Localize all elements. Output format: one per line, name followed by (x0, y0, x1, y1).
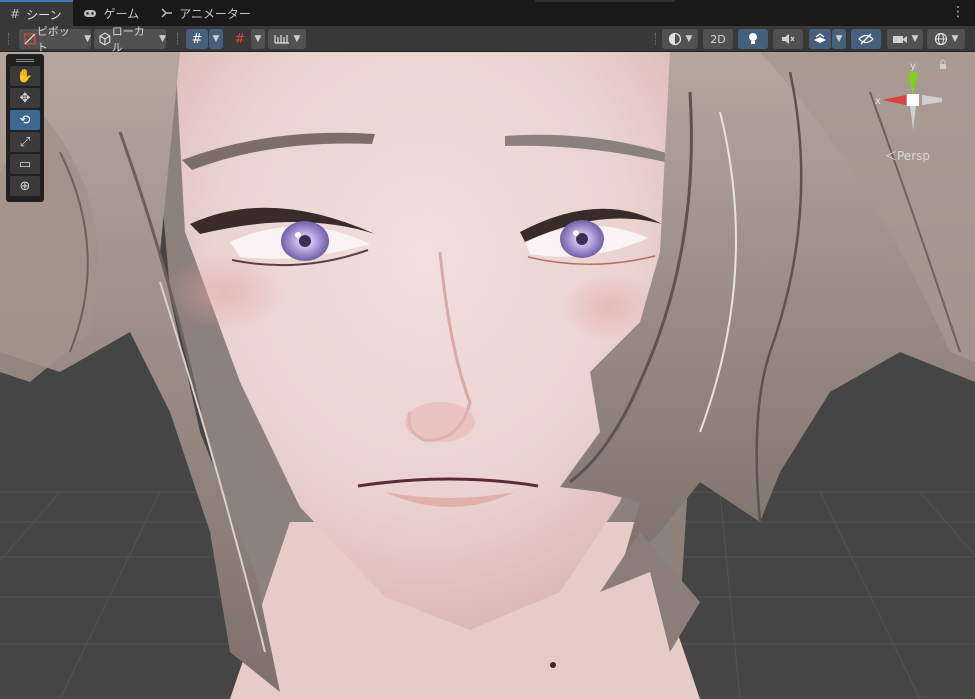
snap-increment-icon: # (234, 31, 246, 47)
toolbar-grip (8, 33, 10, 45)
chevron-down-icon: ▼ (835, 34, 843, 44)
lightbulb-icon (749, 33, 757, 44)
ruler-snap-dropdown[interactable]: ▼ (268, 29, 306, 49)
chevron-down-icon: ▼ (911, 34, 919, 44)
chevron-down-icon: ▼ (84, 34, 91, 44)
lighting-toggle[interactable] (738, 29, 768, 49)
chevron-down-icon: ▼ (951, 34, 959, 44)
increment-snap-toggle[interactable]: # (230, 29, 250, 49)
gizmo-y-label: y (910, 61, 916, 72)
chevron-down-icon: ▼ (212, 34, 220, 44)
tab-game-label: ゲーム (103, 7, 140, 21)
space-label: ローカル (111, 25, 145, 54)
scene-viewport[interactable]: y x ＜Persp (0, 52, 975, 699)
pivot-dropdown[interactable]: ピボット ▼ (19, 25, 91, 54)
mode-2d-toggle[interactable]: 2D (703, 29, 733, 49)
animator-icon (161, 7, 173, 21)
hidden-eye-icon (858, 33, 874, 45)
tools-overlay: ✋ ✥ ⟲ ⤢ ▭ ⊕ (6, 54, 44, 202)
effects-layers-icon (814, 33, 826, 43)
rotate-tool-button[interactable]: ⟲ (10, 110, 40, 130)
audio-mute-icon (782, 34, 795, 44)
effects-toggle[interactable] (809, 29, 831, 49)
cube-icon (99, 32, 111, 46)
tab-animator[interactable]: アニメーター (151, 1, 263, 26)
tab-animator-label: アニメーター (179, 7, 251, 21)
gizmo-center-cube[interactable] (907, 94, 919, 106)
shading-sphere-icon (668, 32, 681, 46)
rotate-icon: ⟲ (19, 112, 31, 128)
chevron-down-icon: ▼ (685, 34, 693, 44)
chevron-down-icon: ▼ (293, 34, 301, 44)
space-dropdown[interactable]: ローカル ▼ (94, 25, 166, 54)
tab-scene-label: シーン (26, 7, 62, 22)
audio-toggle[interactable] (773, 29, 803, 49)
chevron-down-icon: ▼ (159, 34, 166, 44)
toolbar-grip (177, 33, 179, 45)
shading-mode-dropdown[interactable]: ▼ (662, 29, 698, 49)
ruler-icon (273, 35, 289, 44)
rect-tool-button[interactable]: ▭ (10, 154, 40, 174)
transform-icon: ⊕ (19, 178, 31, 194)
scene-toolbar: ピボット ▼ ローカル ▼ # ▼ # ▼ ▼ ▼ 2D ▼ ▼ ▼ (0, 25, 975, 54)
rect-transform-icon: ▭ (18, 156, 32, 172)
more-options-icon[interactable]: ⋮ (951, 5, 965, 19)
scene-grid-icon: # (10, 7, 21, 21)
camera-settings-dropdown[interactable]: ▼ (887, 29, 923, 49)
gamepad-icon (83, 7, 97, 21)
gizmo-y-axis[interactable] (908, 72, 918, 96)
scale-icon: ⤢ (19, 134, 31, 150)
camera-icon (892, 35, 907, 43)
grid-snap-icon: # (191, 31, 203, 47)
gizmo-globe-icon (934, 32, 947, 46)
lock-icon[interactable] (940, 64, 946, 69)
grid-snap-toggle[interactable]: # (186, 29, 208, 49)
pivot-label: ピボット (36, 25, 70, 54)
gizmo-neg-y-axis[interactable] (910, 106, 916, 130)
toolbar-grip (655, 33, 657, 45)
tab-strip-divider (535, 0, 675, 2)
pivot-icon (24, 33, 36, 45)
chevron-down-icon: ▼ (254, 34, 262, 44)
gizmo-x-label: x (875, 96, 881, 107)
hand-tool-button[interactable]: ✋ (10, 66, 40, 86)
increment-snap-dropdown[interactable]: ▼ (251, 29, 265, 49)
effects-dropdown[interactable]: ▼ (832, 29, 846, 49)
grid-snap-dropdown[interactable]: ▼ (209, 29, 223, 49)
scale-tool-button[interactable]: ⤢ (10, 132, 40, 152)
move-tool-button[interactable]: ✥ (10, 88, 40, 108)
hand-icon: ✋ (16, 68, 34, 84)
gizmo-x-axis[interactable] (882, 95, 906, 105)
mode-2d-label: 2D (710, 32, 726, 46)
gizmo-neg-x-axis[interactable] (922, 95, 942, 105)
scene-render (0, 52, 975, 699)
move-arrows-icon: ✥ (19, 90, 31, 106)
transform-tool-button[interactable]: ⊕ (10, 176, 40, 196)
overlay-drag-handle[interactable] (16, 59, 34, 62)
projection-label[interactable]: ＜Persp (885, 147, 930, 164)
scene-visibility-toggle[interactable] (851, 29, 881, 49)
gizmos-dropdown[interactable]: ▼ (927, 29, 965, 49)
